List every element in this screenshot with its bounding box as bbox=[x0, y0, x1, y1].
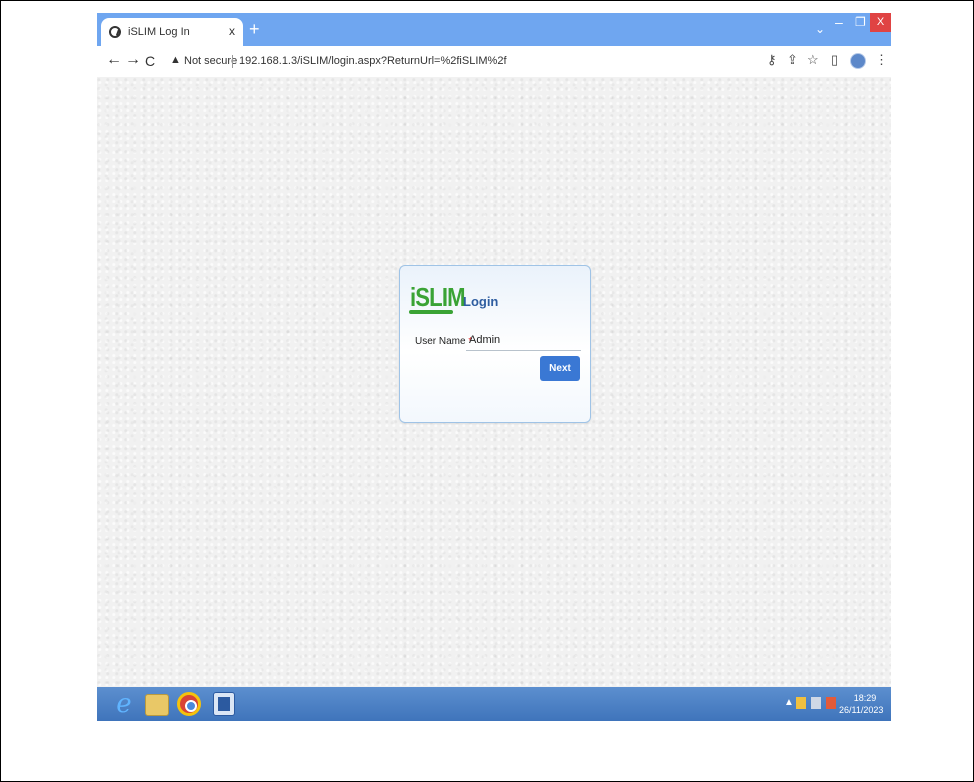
tab-title: iSLIM Log In bbox=[128, 26, 190, 38]
security-status[interactable]: Not secure bbox=[184, 55, 237, 67]
username-input[interactable] bbox=[466, 330, 581, 351]
tab-islim-login[interactable]: iSLIM Log In x bbox=[101, 18, 243, 46]
address-bar-url[interactable]: 192.168.1.3/iSLIM/login.aspx?ReturnUrl=%… bbox=[239, 55, 507, 67]
back-button[interactable]: ← bbox=[106, 51, 122, 69]
star-icon[interactable]: ☆ bbox=[807, 52, 819, 68]
username-label-text: User Name bbox=[415, 336, 466, 347]
logo-swoosh bbox=[409, 310, 453, 314]
maximize-button[interactable]: ❐ bbox=[855, 15, 866, 29]
profile-avatar[interactable] bbox=[850, 53, 866, 69]
tab-close-button[interactable]: x bbox=[229, 24, 235, 38]
word-icon[interactable] bbox=[213, 692, 235, 716]
login-heading: Login bbox=[463, 294, 499, 309]
word-glyph bbox=[218, 697, 230, 711]
share-icon[interactable]: ⇪ bbox=[787, 52, 798, 68]
menu-kebab-icon[interactable]: ⋮ bbox=[875, 52, 888, 68]
username-label: User Name * bbox=[415, 336, 472, 347]
new-tab-button[interactable]: + bbox=[249, 19, 260, 39]
forward-button[interactable]: → bbox=[125, 51, 141, 69]
tab-strip: iSLIM Log In x + ⌄ – ❐ X bbox=[97, 13, 891, 46]
login-panel: iSLIM Login User Name * Next bbox=[399, 265, 591, 423]
show-hidden-icons-button[interactable]: ▲ bbox=[784, 697, 794, 708]
close-window-button[interactable]: X bbox=[870, 13, 891, 32]
tab-search-chevron-icon[interactable]: ⌄ bbox=[815, 22, 825, 36]
globe-icon bbox=[109, 26, 121, 38]
windows-taskbar: e ▲ 18:29 26/11/2023 bbox=[97, 687, 891, 721]
chrome-center bbox=[185, 700, 197, 712]
action-center-icon[interactable] bbox=[796, 697, 806, 709]
side-panel-icon[interactable]: ▯ bbox=[831, 52, 838, 68]
page-background: iSLIM Login User Name * Next bbox=[97, 77, 891, 687]
volume-icon[interactable] bbox=[826, 697, 836, 709]
address-toolbar: ← → C ▲ Not secure 192.168.1.3/iSLIM/log… bbox=[97, 46, 891, 78]
reload-button[interactable]: C bbox=[145, 53, 155, 69]
internet-explorer-icon[interactable]: e bbox=[111, 691, 137, 717]
warning-icon[interactable]: ▲ bbox=[170, 54, 181, 66]
address-divider bbox=[232, 55, 233, 68]
chrome-icon[interactable] bbox=[177, 692, 201, 716]
network-icon[interactable] bbox=[811, 697, 821, 709]
clock-date[interactable]: 26/11/2023 bbox=[839, 705, 883, 715]
key-icon[interactable]: ⚷ bbox=[767, 52, 777, 68]
islim-logo: iSLIM bbox=[410, 282, 466, 312]
next-button[interactable]: Next bbox=[540, 356, 580, 381]
minimize-button[interactable]: – bbox=[835, 14, 843, 30]
clock-time[interactable]: 18:29 bbox=[847, 693, 883, 703]
browser-window: iSLIM Log In x + ⌄ – ❐ X ← → C ▲ Not sec… bbox=[97, 13, 891, 721]
file-explorer-icon[interactable] bbox=[145, 694, 169, 716]
